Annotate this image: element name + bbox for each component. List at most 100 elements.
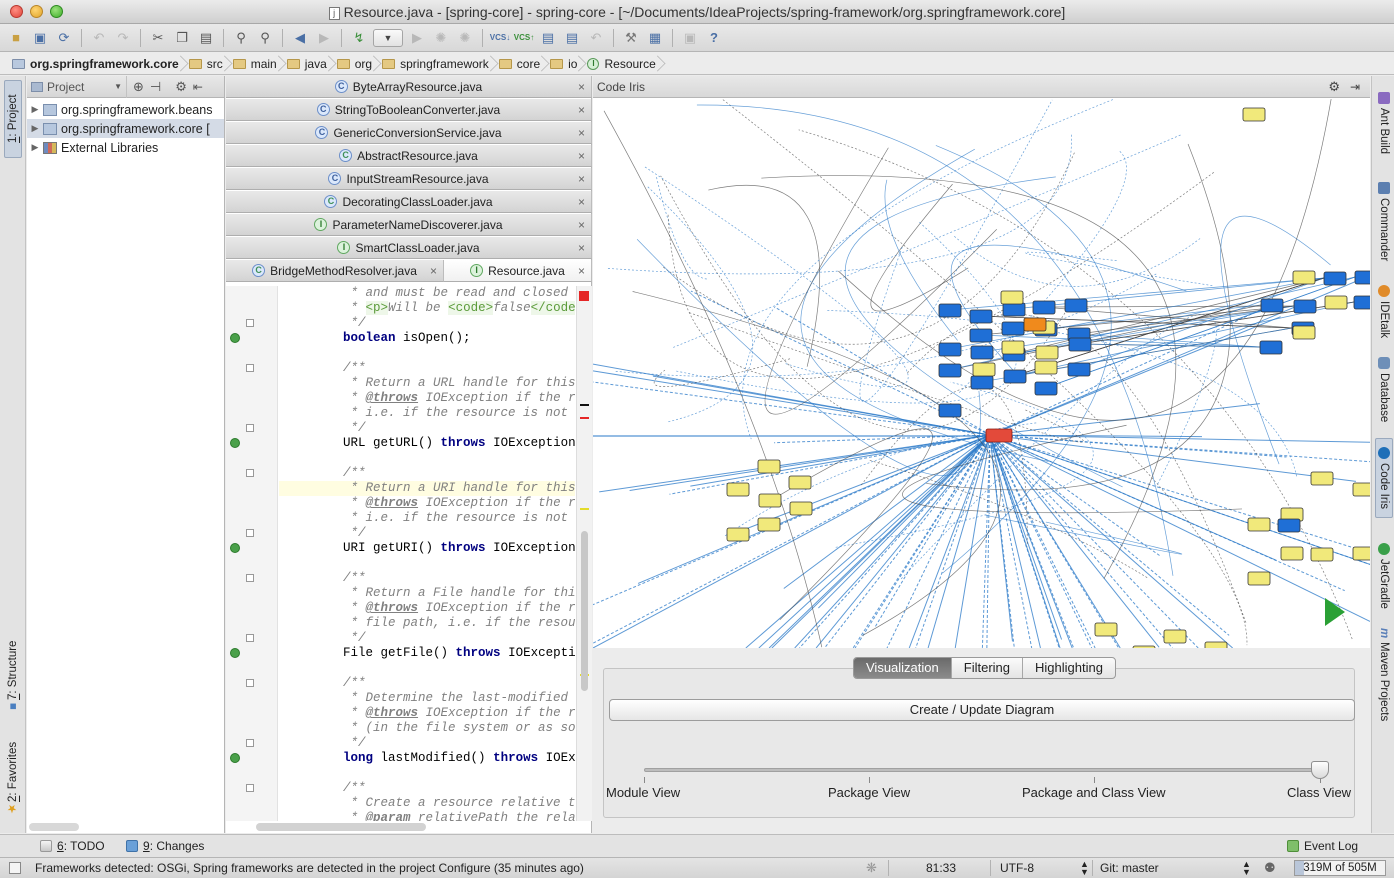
todo-tool-button[interactable]: 6: TODO [40,839,105,853]
favorites-tool-tab[interactable]: ★ 2: Favorites [4,736,22,822]
help-icon[interactable]: ? [704,28,724,48]
zoom-window-button[interactable] [50,5,63,18]
graph-node[interactable] [938,403,962,418]
breadcrumb-item[interactable]: main [229,53,283,75]
breadcrumb-item[interactable]: org.springframework.core [8,53,185,75]
project-view-selector[interactable]: Project ▼ [31,75,127,98]
back-icon[interactable]: ◀ [290,28,310,48]
graph-node[interactable] [1277,518,1301,533]
editor-tab[interactable]: C InputStreamResource.java × [226,168,592,190]
code-line[interactable]: */ [279,526,575,541]
graph-node[interactable] [1293,299,1317,314]
code-line[interactable]: * Return a URL handle for this resource. [279,376,575,391]
graph-node[interactable] [1323,271,1347,286]
tree-expand-icon[interactable]: ▶ [27,104,43,115]
code-line[interactable]: boolean isOpen(); [279,331,575,346]
graph-node[interactable] [1352,482,1370,497]
scroll-from-source-icon[interactable]: ⊕ [133,79,144,95]
graph-node[interactable] [1247,571,1271,586]
graph-node[interactable] [1163,629,1187,644]
graph-node[interactable] [969,309,993,324]
save-all-icon[interactable]: ▣ [30,28,50,48]
graph-node[interactable] [1023,317,1047,332]
tree-expand-icon[interactable]: ▶ [27,142,43,153]
graph-node[interactable] [757,517,781,532]
close-tab-icon[interactable]: × [578,149,585,163]
graph-node[interactable] [1068,337,1092,352]
code-line[interactable]: * i.e. if the resource is not available [279,511,575,526]
sdk-icon[interactable]: ▣ [680,28,700,48]
stripe-marker[interactable] [580,404,589,406]
graph-node[interactable] [726,527,750,542]
code-line[interactable] [279,346,575,361]
graph-node[interactable] [1064,298,1088,313]
cut-icon[interactable]: ✂ [148,28,168,48]
implemented-method-icon[interactable] [230,753,240,763]
graph-node[interactable] [1132,645,1156,648]
graph-node[interactable] [969,328,993,343]
make-project-icon[interactable]: ↯ [349,28,369,48]
graph-node[interactable] [1204,641,1228,648]
close-tab-icon[interactable]: × [430,264,437,278]
project-structure-icon[interactable]: ▦ [645,28,665,48]
file-encoding[interactable]: UTF-8 [1000,861,1034,875]
code-line[interactable]: URI getURI() throws IOException; [279,541,575,556]
graph-node[interactable] [1034,360,1058,375]
code-iris-tab[interactable]: Highlighting [1023,658,1115,678]
close-tab-icon[interactable]: × [578,218,585,232]
code-line[interactable]: * @throws IOException if the resource ca [279,391,575,406]
graph-node[interactable] [1352,546,1370,561]
graph-node[interactable] [1035,345,1059,360]
close-tab-icon[interactable]: × [578,103,585,117]
replace-icon[interactable]: ⚲ [255,28,275,48]
code-line[interactable]: * @throws IOException if the resource ca [279,496,575,511]
code-line[interactable]: * @throws IOException if the resource ca [279,706,575,721]
graph-node[interactable] [1001,321,1025,336]
graph-node[interactable] [938,342,962,357]
horizontal-scrollbar[interactable] [29,823,79,831]
implemented-method-icon[interactable] [230,648,240,658]
code-line[interactable]: * @throws IOException if the resource ca [279,601,575,616]
code-line[interactable]: /** [279,676,575,691]
breadcrumb-item[interactable]: src [185,53,229,75]
code-line[interactable]: URL getURL() throws IOException; [279,436,575,451]
close-tab-icon[interactable]: × [578,264,585,278]
fold-marker-icon[interactable] [246,574,254,582]
code-line[interactable]: * @param relativePath the relative path [279,811,575,821]
dependency-graph[interactable] [593,98,1370,648]
code-line[interactable]: */ [279,421,575,436]
code-line[interactable]: * Return a URI handle for this resource. [279,481,575,496]
editor-scrollbar[interactable] [576,286,592,821]
code-line[interactable]: /** [279,466,575,481]
graph-node[interactable] [726,482,750,497]
close-tab-icon[interactable]: × [578,241,585,255]
graph-node[interactable] [1067,362,1091,377]
graph-node[interactable] [970,345,994,360]
fold-marker-icon[interactable] [246,739,254,747]
gear-icon[interactable]: ⚙ [1328,76,1340,98]
create-update-diagram-button[interactable]: Create / Update Diagram [609,699,1355,721]
implemented-method-icon[interactable] [230,438,240,448]
package-and-class-view-label[interactable]: Package and Class View [1022,785,1166,800]
jetgradle-tool-tab[interactable]: JetGradle [1375,534,1393,618]
class-view-label[interactable]: Class View [1287,785,1351,800]
vcs-history-icon[interactable]: ▤ [562,28,582,48]
graph-node[interactable] [1292,325,1316,340]
graph-node[interactable] [758,493,782,508]
vcs-compare-icon[interactable]: ▤ [538,28,558,48]
scroll-thumb[interactable] [581,531,588,691]
view-level-slider-knob[interactable] [1311,761,1329,779]
ant-build-tool-tab[interactable]: Ant Build [1375,82,1393,164]
module-view-label[interactable]: Module View [606,785,680,800]
close-tab-icon[interactable]: × [578,195,585,209]
fold-marker-icon[interactable] [246,784,254,792]
graph-node[interactable] [1259,340,1283,355]
code-line[interactable] [279,766,575,781]
editor-tab[interactable]: C StringToBooleanConverter.java × [226,99,592,121]
fold-marker-icon[interactable] [246,319,254,327]
close-tab-icon[interactable]: × [578,126,585,140]
maven-projects-tool-tab[interactable]: m Maven Projects [1375,626,1393,724]
fold-marker-icon[interactable] [246,634,254,642]
vcs-commit-icon[interactable]: VCS↑ [514,28,534,48]
run-icon[interactable]: ▶ [407,28,427,48]
